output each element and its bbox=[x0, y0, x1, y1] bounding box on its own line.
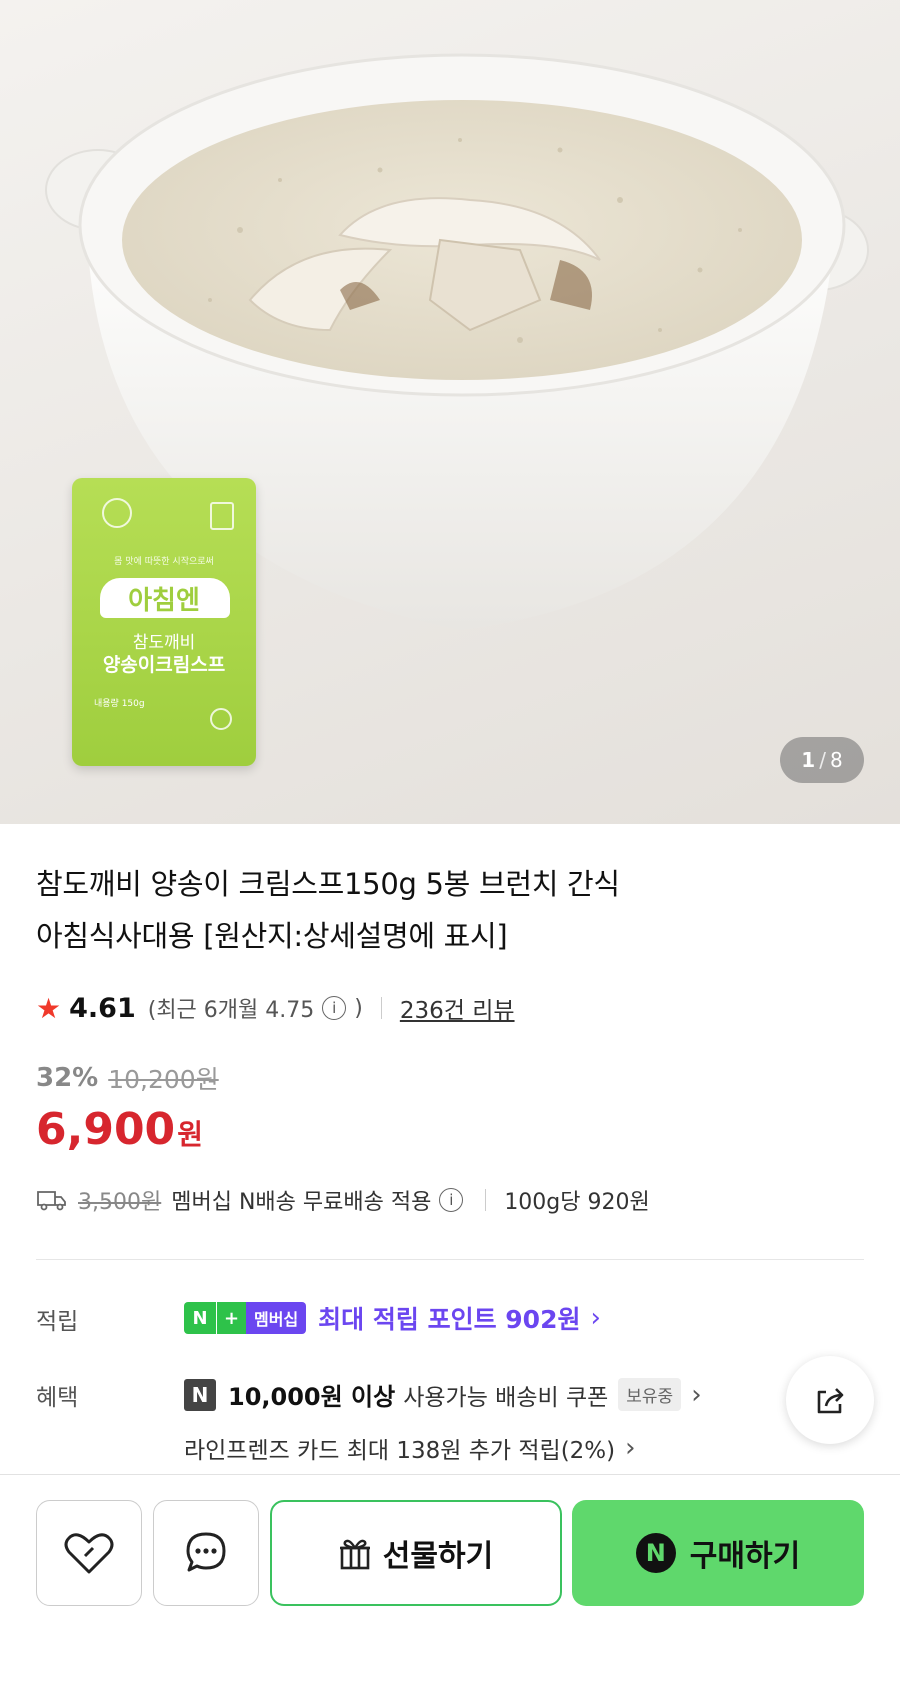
original-shipping-fee: 3,500원 bbox=[78, 1190, 162, 1215]
product-title-line1: 참도깨비 양송이 크림스프150g 5봉 브런치 간식 bbox=[36, 867, 620, 901]
gift-label: 선물하기 bbox=[382, 1539, 494, 1574]
package-cert-icon bbox=[210, 502, 234, 530]
coupon-amount: 10,000원 이상 bbox=[228, 1383, 396, 1411]
chat-button[interactable] bbox=[153, 1500, 259, 1606]
heart-icon bbox=[64, 1533, 114, 1574]
package-brand: 아침엔 bbox=[128, 586, 200, 616]
shipping-row: 3,500원 멤버십 N배송 무료배송 적용 i 100g당 920원 bbox=[36, 1184, 650, 1216]
image-separator: / bbox=[819, 748, 826, 772]
price-unit: 원 bbox=[177, 1118, 203, 1151]
badge-membership: 멤버십 bbox=[246, 1302, 307, 1334]
membership-points[interactable]: N + 멤버십 최대 적립 포인트 902원 › bbox=[184, 1300, 601, 1336]
chevron-right-icon: › bbox=[590, 1303, 601, 1333]
unit-price: 100g당 920원 bbox=[504, 1190, 650, 1215]
package-tagline: 몸 맛에 따뜻한 시작으로써 bbox=[114, 557, 214, 567]
share-icon bbox=[817, 1388, 844, 1414]
buy-label: 구매하기 bbox=[689, 1539, 801, 1574]
discount-row: 32% 10,200원 bbox=[36, 1060, 219, 1096]
points-label: 적립 bbox=[36, 1309, 79, 1335]
chevron-right-icon: › bbox=[625, 1433, 636, 1463]
divider bbox=[380, 997, 382, 1019]
section-divider bbox=[36, 1259, 864, 1260]
badge-n: N bbox=[184, 1302, 216, 1334]
rating-row: ★ 4.61 (최근 6개월 4.75 i ) 236건 리뷰 bbox=[36, 990, 515, 1026]
discount-rate: 32% bbox=[36, 1063, 99, 1093]
gift-icon bbox=[339, 1539, 370, 1570]
product-title-line2: 아침식사대용 [원산지:상세설명에 표시] bbox=[36, 919, 508, 953]
wishlist-button[interactable] bbox=[36, 1500, 142, 1606]
benefit-label: 혜택 bbox=[36, 1385, 79, 1411]
chevron-right-icon: › bbox=[691, 1379, 702, 1410]
share-button[interactable] bbox=[786, 1356, 874, 1444]
image-counter: 1 / 8 bbox=[780, 737, 864, 783]
naverpay-n-icon: N bbox=[635, 1533, 676, 1573]
card-benefit[interactable]: 라인프렌즈 카드 최대 138원 추가 적립(2%) › bbox=[184, 1431, 636, 1465]
nplus-membership-badge: N + 멤버십 bbox=[184, 1302, 307, 1334]
original-price: 10,200원 bbox=[108, 1065, 219, 1094]
package-badge-icon bbox=[210, 708, 232, 730]
star-icon: ★ bbox=[36, 991, 62, 1025]
info-icon[interactable]: i bbox=[322, 996, 347, 1020]
gift-button[interactable]: 선물하기 bbox=[270, 1500, 562, 1606]
coupon-status-badge: 보유중 bbox=[618, 1378, 682, 1411]
buy-button[interactable]: N 구매하기 bbox=[572, 1500, 864, 1606]
recent-rating: (최근 6개월 4.75 i ) bbox=[148, 992, 363, 1024]
coupon-text: 사용가능 배송비 쿠폰 bbox=[403, 1384, 609, 1411]
review-count-link[interactable]: 236건 리뷰 bbox=[400, 991, 515, 1025]
recent-rating-close: ) bbox=[354, 995, 363, 1021]
truck-icon bbox=[37, 1191, 66, 1211]
rating-score: 4.61 bbox=[69, 992, 136, 1024]
recent-rating-text: (최근 6개월 4.75 bbox=[147, 998, 315, 1023]
package-line2: 양송이크림스프 bbox=[102, 654, 226, 676]
max-points-text: 최대 적립 포인트 902원 bbox=[318, 1305, 581, 1334]
sale-price: 6,900 bbox=[36, 1104, 176, 1155]
image-total: 8 bbox=[829, 748, 843, 772]
shipping-coupon[interactable]: N 10,000원 이상 사용가능 배송비 쿠폰 보유중 › bbox=[184, 1377, 702, 1412]
package-logo-icon bbox=[102, 498, 132, 528]
shipping-info-icon[interactable]: i bbox=[439, 1188, 464, 1212]
card-benefit-text: 라인프렌즈 카드 최대 138원 추가 적립(2%) bbox=[184, 1438, 616, 1464]
product-title: 참도깨비 양송이 크림스프150g 5봉 브런치 간식 아침식사대용 [원산지:… bbox=[36, 858, 836, 962]
price-row: 6,900 원 bbox=[36, 1104, 203, 1155]
coupon-n-badge: N bbox=[184, 1378, 216, 1411]
shipping-text: 멤버십 N배송 무료배송 적용 bbox=[171, 1190, 432, 1215]
product-image[interactable]: 몸 맛에 따뜻한 시작으로써 아침엔 참도깨비 양송이크림스프 내용량 150g… bbox=[0, 0, 900, 824]
badge-plus: + bbox=[216, 1302, 246, 1334]
product-package: 몸 맛에 따뜻한 시작으로써 아침엔 참도깨비 양송이크림스프 내용량 150g bbox=[72, 478, 256, 766]
image-index: 1 bbox=[801, 748, 816, 772]
divider bbox=[485, 1189, 487, 1211]
chat-icon bbox=[186, 1532, 226, 1572]
package-weight: 내용량 150g bbox=[94, 699, 145, 709]
